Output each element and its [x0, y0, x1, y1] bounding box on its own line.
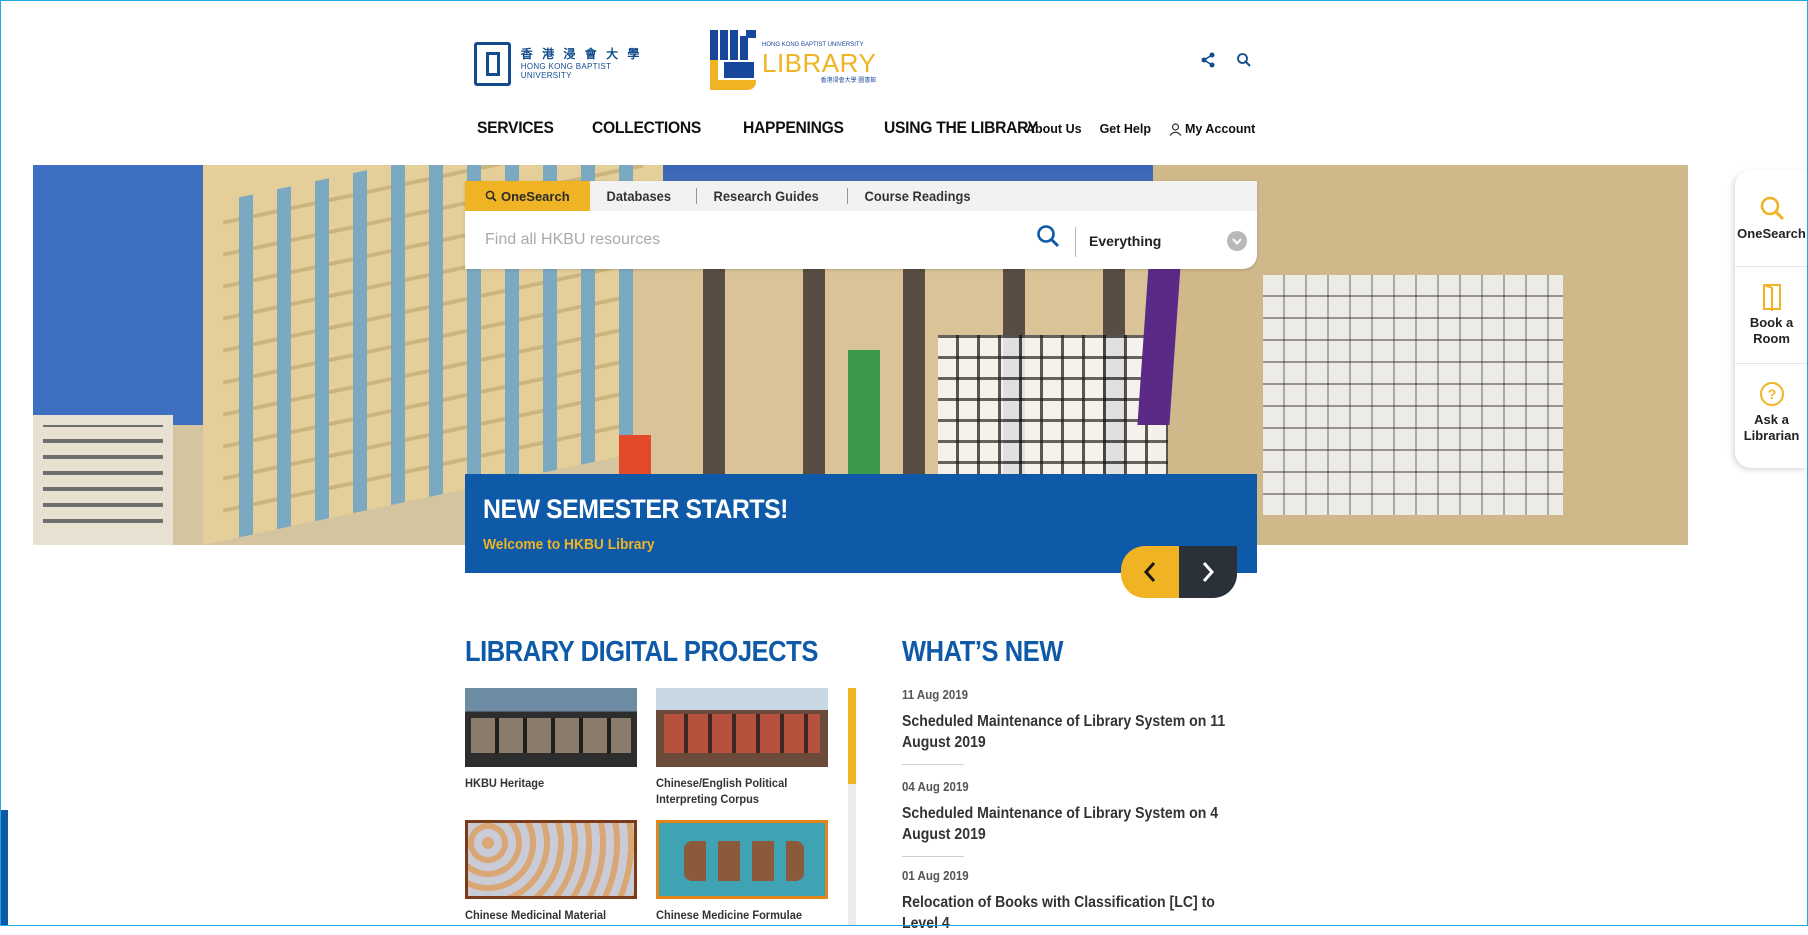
- user-icon: [1169, 122, 1182, 136]
- quick-book-a-room-label: Book a Room: [1749, 314, 1794, 346]
- project-caption: Chinese/English Political Interpreting C…: [656, 776, 788, 806]
- library-logo[interactable]: HONG KONG BAPTIST UNIVERSITY LIBRARY 香港浸…: [710, 30, 876, 94]
- search-icon[interactable]: [1236, 52, 1252, 68]
- my-account-link[interactable]: My Account: [1169, 122, 1255, 136]
- tab-research-guides[interactable]: Research Guides: [697, 181, 835, 211]
- about-us-link[interactable]: About Us: [1026, 122, 1082, 136]
- search-icon: [485, 190, 497, 202]
- chevron-left-icon: [1143, 562, 1156, 582]
- quick-links-panel: OneSearch Book a Room ? Ask a Librarian: [1735, 170, 1808, 468]
- quick-ask-a-librarian-label: Ask a Librarian: [1743, 411, 1800, 443]
- quick-book-a-room[interactable]: Book a Room: [1735, 267, 1808, 364]
- tab-onesearch-label: OneSearch: [501, 188, 570, 204]
- main-nav: SERVICES COLLECTIONS HAPPENINGS USING TH…: [477, 118, 1051, 138]
- search-tabs: OneSearch Databases Research Guides Cour…: [465, 181, 1257, 211]
- whats-new-title: WHAT’S NEW: [902, 636, 1063, 668]
- project-card[interactable]: Chinese/English Political Interpreting C…: [656, 688, 828, 807]
- news-divider: [902, 855, 964, 857]
- library-logo-main: LIBRARY: [762, 48, 877, 78]
- news-date: 04 Aug 2019: [902, 780, 969, 794]
- quick-onesearch[interactable]: OneSearch: [1735, 170, 1808, 267]
- search-divider: [1075, 227, 1076, 257]
- nav-happenings[interactable]: HAPPENINGS: [743, 118, 844, 138]
- left-edge-tab: [0, 810, 8, 926]
- project-card[interactable]: Chinese Medicinal Material: [465, 820, 637, 924]
- tab-course-readings[interactable]: Course Readings: [848, 181, 987, 211]
- search-submit-icon[interactable]: [1035, 223, 1061, 254]
- project-thumbnail: [465, 820, 637, 899]
- project-caption: Chinese Medicinal Material: [465, 908, 607, 922]
- news-divider: [902, 763, 964, 765]
- library-logo-bottom: 香港浸會大學 圖書館: [820, 78, 877, 84]
- search-icon: [1760, 196, 1784, 220]
- project-thumbnail: [656, 688, 828, 767]
- news-title-link[interactable]: Scheduled Maintenance of Library System …: [902, 804, 1229, 846]
- tab-databases[interactable]: Databases: [590, 181, 688, 211]
- news-title-link[interactable]: Scheduled Maintenance of Library System …: [902, 712, 1229, 754]
- nav-collections[interactable]: COLLECTIONS: [592, 118, 701, 138]
- projects-scrollbar-thumb[interactable]: [848, 688, 856, 784]
- news-date: 01 Aug 2019: [902, 869, 969, 883]
- hkbu-logo-en: HONG KONG BAPTIST UNIVERSITY: [520, 61, 612, 80]
- search-scope-value: Everything: [1089, 233, 1162, 249]
- nav-services[interactable]: SERVICES: [477, 118, 554, 138]
- project-thumbnail: [465, 688, 637, 767]
- carousel-next-button[interactable]: [1179, 546, 1237, 598]
- nav-using-the-library[interactable]: USING THE LIBRARY: [884, 118, 1038, 138]
- get-help-link[interactable]: Get Help: [1100, 122, 1151, 136]
- carousel-controls: [1121, 546, 1237, 598]
- hkbu-logo-zh: 香 港 浸 會 大 學: [520, 46, 643, 61]
- svg-text:?: ?: [1767, 386, 1776, 402]
- hero-subhead: Welcome to HKBU Library: [483, 536, 655, 553]
- share-icon[interactable]: [1200, 52, 1216, 68]
- news-date: 11 Aug 2019: [902, 688, 969, 702]
- quick-onesearch-label: OneSearch: [1737, 225, 1806, 241]
- tab-onesearch[interactable]: OneSearch: [465, 181, 590, 211]
- project-caption: Chinese Medicine Formulae: [656, 908, 803, 922]
- project-card[interactable]: HKBU Heritage: [465, 688, 637, 792]
- news-title-link[interactable]: Relocation of Books with Classification …: [902, 893, 1229, 935]
- question-icon: ?: [1759, 381, 1784, 406]
- my-account-label: My Account: [1184, 122, 1256, 136]
- search-input[interactable]: [483, 230, 1027, 250]
- hero-headline: NEW SEMESTER STARTS!: [483, 494, 788, 524]
- carousel-prev-button[interactable]: [1121, 546, 1179, 598]
- quick-ask-a-librarian[interactable]: ? Ask a Librarian: [1735, 364, 1808, 460]
- news-item: 01 Aug 2019 Relocation of Books with Cla…: [902, 869, 1242, 935]
- digital-projects-title: LIBRARY DIGITAL PROJECTS: [465, 636, 818, 668]
- chevron-right-icon: [1202, 562, 1215, 582]
- search-widget: OneSearch Databases Research Guides Cour…: [465, 181, 1257, 269]
- project-thumbnail: [656, 820, 828, 899]
- library-mark-icon: [710, 30, 760, 92]
- hkbu-logo[interactable]: 香 港 浸 會 大 學 HONG KONG BAPTIST UNIVERSITY: [474, 40, 659, 88]
- hkbu-crest-icon: [474, 42, 511, 86]
- utility-nav: About Us Get Help My Account: [1026, 122, 1255, 136]
- chevron-down-icon: [1227, 231, 1247, 251]
- news-item: 04 Aug 2019 Scheduled Maintenance of Lib…: [902, 780, 1242, 857]
- news-item: 11 Aug 2019 Scheduled Maintenance of Lib…: [902, 688, 1242, 765]
- door-icon: [1762, 283, 1781, 311]
- project-card[interactable]: Chinese Medicine Formulae: [656, 820, 828, 924]
- search-scope-select[interactable]: Everything: [1089, 231, 1247, 251]
- project-caption: HKBU Heritage: [465, 776, 545, 790]
